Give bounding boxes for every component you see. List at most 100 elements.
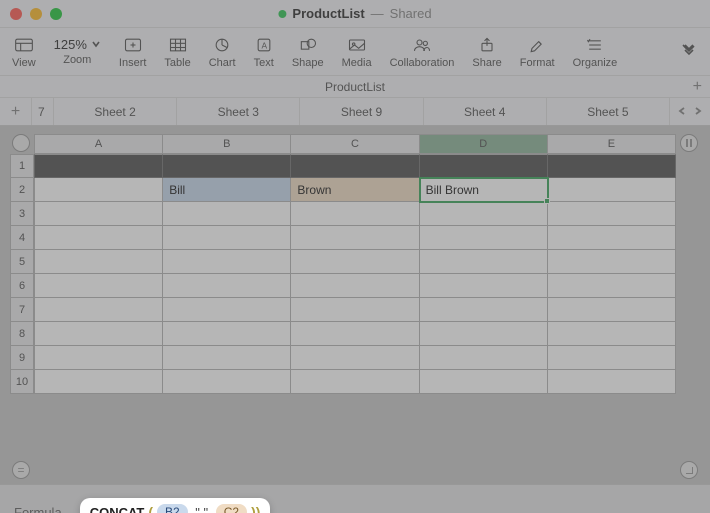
format-button[interactable]: Format: [520, 35, 555, 69]
cell[interactable]: [291, 226, 419, 250]
row-header[interactable]: 5: [10, 250, 34, 274]
cell[interactable]: [420, 322, 548, 346]
sheet-tab[interactable]: Sheet 4: [424, 98, 547, 125]
cell[interactable]: [163, 346, 291, 370]
cell[interactable]: [548, 298, 676, 322]
media-button[interactable]: Media: [342, 35, 372, 69]
cell[interactable]: [548, 226, 676, 250]
cell[interactable]: [163, 226, 291, 250]
row-header[interactable]: 1: [10, 154, 34, 178]
organize-label: Organize: [573, 57, 618, 69]
zoom-control[interactable]: 125% Zoom: [54, 37, 101, 66]
row-header[interactable]: 6: [10, 274, 34, 298]
cell-b2[interactable]: Bill: [163, 178, 291, 202]
add-sheet-plus-icon[interactable]: +: [693, 78, 702, 96]
cell[interactable]: [420, 250, 548, 274]
column-header[interactable]: E: [548, 134, 676, 154]
cell[interactable]: [420, 370, 548, 394]
row-resize-handle[interactable]: =: [12, 461, 30, 479]
row-header[interactable]: 10: [10, 370, 34, 394]
cell[interactable]: [548, 370, 676, 394]
cell[interactable]: [548, 274, 676, 298]
cell[interactable]: [163, 154, 291, 178]
text-button[interactable]: A Text: [254, 35, 274, 69]
selection-handle[interactable]: [544, 198, 550, 204]
cell[interactable]: [420, 274, 548, 298]
insert-button[interactable]: Insert: [119, 35, 147, 69]
cell[interactable]: [34, 322, 163, 346]
add-tab-button[interactable]: +: [0, 98, 32, 125]
cell[interactable]: [163, 202, 291, 226]
sheet-tab[interactable]: Sheet 3: [177, 98, 300, 125]
view-button[interactable]: View: [12, 35, 36, 69]
sheet-tab[interactable]: Sheet 9: [300, 98, 423, 125]
cell[interactable]: [163, 298, 291, 322]
cell[interactable]: [291, 370, 419, 394]
cell[interactable]: [34, 226, 163, 250]
cell[interactable]: [163, 322, 291, 346]
select-all-handle[interactable]: [12, 134, 30, 152]
cell[interactable]: [548, 154, 676, 178]
fullscreen-window-button[interactable]: [50, 8, 62, 20]
shape-button[interactable]: Shape: [292, 35, 324, 69]
formula-token[interactable]: C2: [216, 504, 247, 513]
row-header[interactable]: 8: [10, 322, 34, 346]
cell[interactable]: [291, 322, 419, 346]
cell[interactable]: [420, 298, 548, 322]
cell[interactable]: [34, 346, 163, 370]
cell[interactable]: [34, 202, 163, 226]
share-button[interactable]: Share: [472, 35, 501, 69]
cell[interactable]: [420, 202, 548, 226]
cell[interactable]: [34, 250, 163, 274]
cell[interactable]: [34, 154, 163, 178]
table-resize-handle[interactable]: [680, 461, 698, 479]
cell[interactable]: [34, 178, 163, 202]
cell[interactable]: [291, 250, 419, 274]
tab-next-button[interactable]: [693, 103, 703, 121]
row-header[interactable]: 3: [10, 202, 34, 226]
tab-prev-button[interactable]: [677, 103, 687, 121]
chart-button[interactable]: Chart: [209, 35, 236, 69]
cell[interactable]: [291, 274, 419, 298]
column-header[interactable]: C: [291, 134, 419, 154]
cell[interactable]: [291, 298, 419, 322]
close-window-button[interactable]: [10, 8, 22, 20]
cell[interactable]: [420, 154, 548, 178]
cell[interactable]: [548, 178, 676, 202]
column-header[interactable]: D: [420, 134, 548, 154]
cell[interactable]: [548, 202, 676, 226]
cell[interactable]: [291, 154, 419, 178]
cell[interactable]: [548, 250, 676, 274]
cell-c2[interactable]: Brown: [291, 178, 419, 202]
toolbar-overflow-button[interactable]: [680, 40, 698, 63]
cell[interactable]: [163, 250, 291, 274]
row-header[interactable]: 7: [10, 298, 34, 322]
cell[interactable]: [163, 274, 291, 298]
formula-editor[interactable]: CONCAT ( B2 ," ", C2 )): [80, 498, 271, 513]
row-header[interactable]: 9: [10, 346, 34, 370]
cell-d2[interactable]: Bill Brown: [420, 178, 548, 202]
sheet-tab[interactable]: Sheet 5: [547, 98, 670, 125]
organize-button[interactable]: Organize: [573, 35, 618, 69]
cell[interactable]: [548, 346, 676, 370]
row-header[interactable]: 4: [10, 226, 34, 250]
cell[interactable]: [34, 298, 163, 322]
sheet-tab[interactable]: Sheet 2: [54, 98, 177, 125]
cell[interactable]: [291, 202, 419, 226]
cell[interactable]: [34, 370, 163, 394]
titlebar: ProductList — Shared: [0, 0, 710, 28]
cell[interactable]: [548, 322, 676, 346]
cell[interactable]: [291, 346, 419, 370]
table-button[interactable]: Table: [164, 35, 190, 69]
column-resize-handle[interactable]: [680, 134, 698, 152]
minimize-window-button[interactable]: [30, 8, 42, 20]
cell[interactable]: [34, 274, 163, 298]
cell[interactable]: [420, 346, 548, 370]
row-header[interactable]: 2: [10, 178, 34, 202]
column-header[interactable]: B: [163, 134, 291, 154]
column-header[interactable]: A: [34, 134, 163, 154]
formula-token[interactable]: B2: [157, 504, 188, 513]
cell[interactable]: [420, 226, 548, 250]
cell[interactable]: [163, 370, 291, 394]
collaboration-button[interactable]: Collaboration: [390, 35, 455, 69]
